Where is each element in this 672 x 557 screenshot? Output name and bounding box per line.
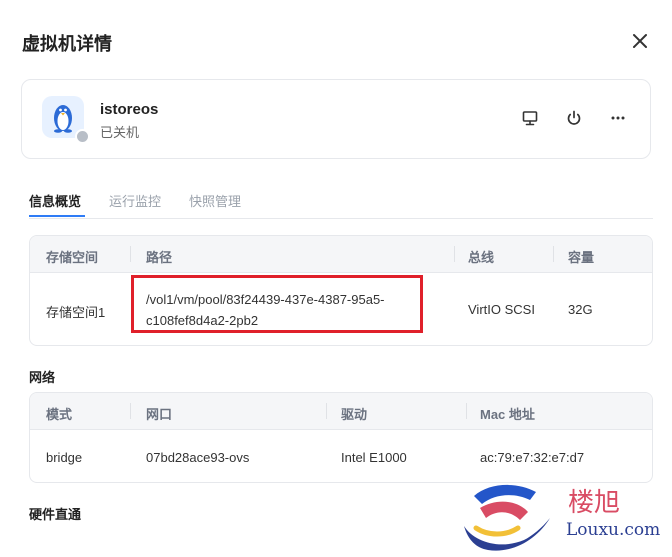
active-tab-indicator — [29, 215, 85, 217]
column-divider — [326, 403, 327, 419]
table-header: 存储空间 路径 总线 容量 — [30, 236, 652, 273]
vm-summary-card: istoreos 已关机 — [21, 79, 651, 159]
column-divider — [553, 246, 554, 262]
network-section-title: 网络 — [29, 370, 56, 385]
close-icon[interactable] — [630, 31, 650, 51]
column-header: Mac 地址 — [480, 407, 535, 422]
more-icon[interactable] — [609, 109, 627, 127]
network-driver-cell: Intel E1000 — [341, 450, 407, 465]
column-divider — [454, 246, 455, 262]
network-port-cell: 07bd28ace93-ovs — [146, 450, 250, 465]
column-divider — [130, 403, 131, 419]
passthrough-section-title: 硬件直通 — [29, 507, 82, 522]
watermark: 楼旭 Louxu.com — [458, 478, 672, 557]
network-mode-cell: bridge — [46, 450, 83, 465]
storage-table: 存储空间 路径 总线 容量 存储空间1 /vol1/vm/pool/83f244… — [29, 235, 653, 346]
column-header: 驱动 — [341, 407, 368, 422]
tab-snapshots[interactable]: 快照管理 — [189, 191, 241, 210]
page-title: 虚拟机详情 — [22, 34, 112, 54]
power-icon[interactable] — [565, 109, 583, 127]
tab-monitoring[interactable]: 运行监控 — [109, 191, 161, 210]
column-divider — [466, 403, 467, 419]
vm-name: istoreos — [100, 101, 159, 118]
column-divider — [130, 246, 131, 262]
vm-avatar — [42, 96, 90, 144]
watermark-logo-icon — [464, 484, 550, 551]
tab-overview[interactable]: 信息概览 — [29, 191, 81, 210]
watermark-en: Louxu.com — [566, 520, 661, 540]
storage-space-cell: 存储空间1 — [46, 305, 106, 320]
column-header: 模式 — [46, 407, 73, 422]
vm-status-dot — [75, 129, 90, 144]
column-header: 路径 — [146, 250, 173, 265]
watermark-cn: 楼旭 — [568, 488, 621, 518]
table-header: 模式 网口 驱动 Mac 地址 — [30, 393, 652, 430]
path-highlight-box — [131, 275, 423, 333]
storage-capacity-cell: 32G — [568, 302, 593, 317]
monitor-icon[interactable] — [521, 109, 539, 127]
column-header: 容量 — [568, 250, 595, 265]
network-table: 模式 网口 驱动 Mac 地址 bridge 07bd28ace93-ovs I… — [29, 392, 653, 483]
tab-bar: 信息概览 运行监控 快照管理 — [29, 190, 653, 219]
column-header: 存储空间 — [46, 250, 99, 265]
network-mac-cell: ac:79:e7:32:e7:d7 — [480, 450, 585, 465]
column-header: 网口 — [146, 407, 173, 422]
column-header: 总线 — [468, 250, 495, 265]
vm-state: 已关机 — [100, 125, 140, 140]
storage-bus-cell: VirtIO SCSI — [468, 302, 535, 317]
